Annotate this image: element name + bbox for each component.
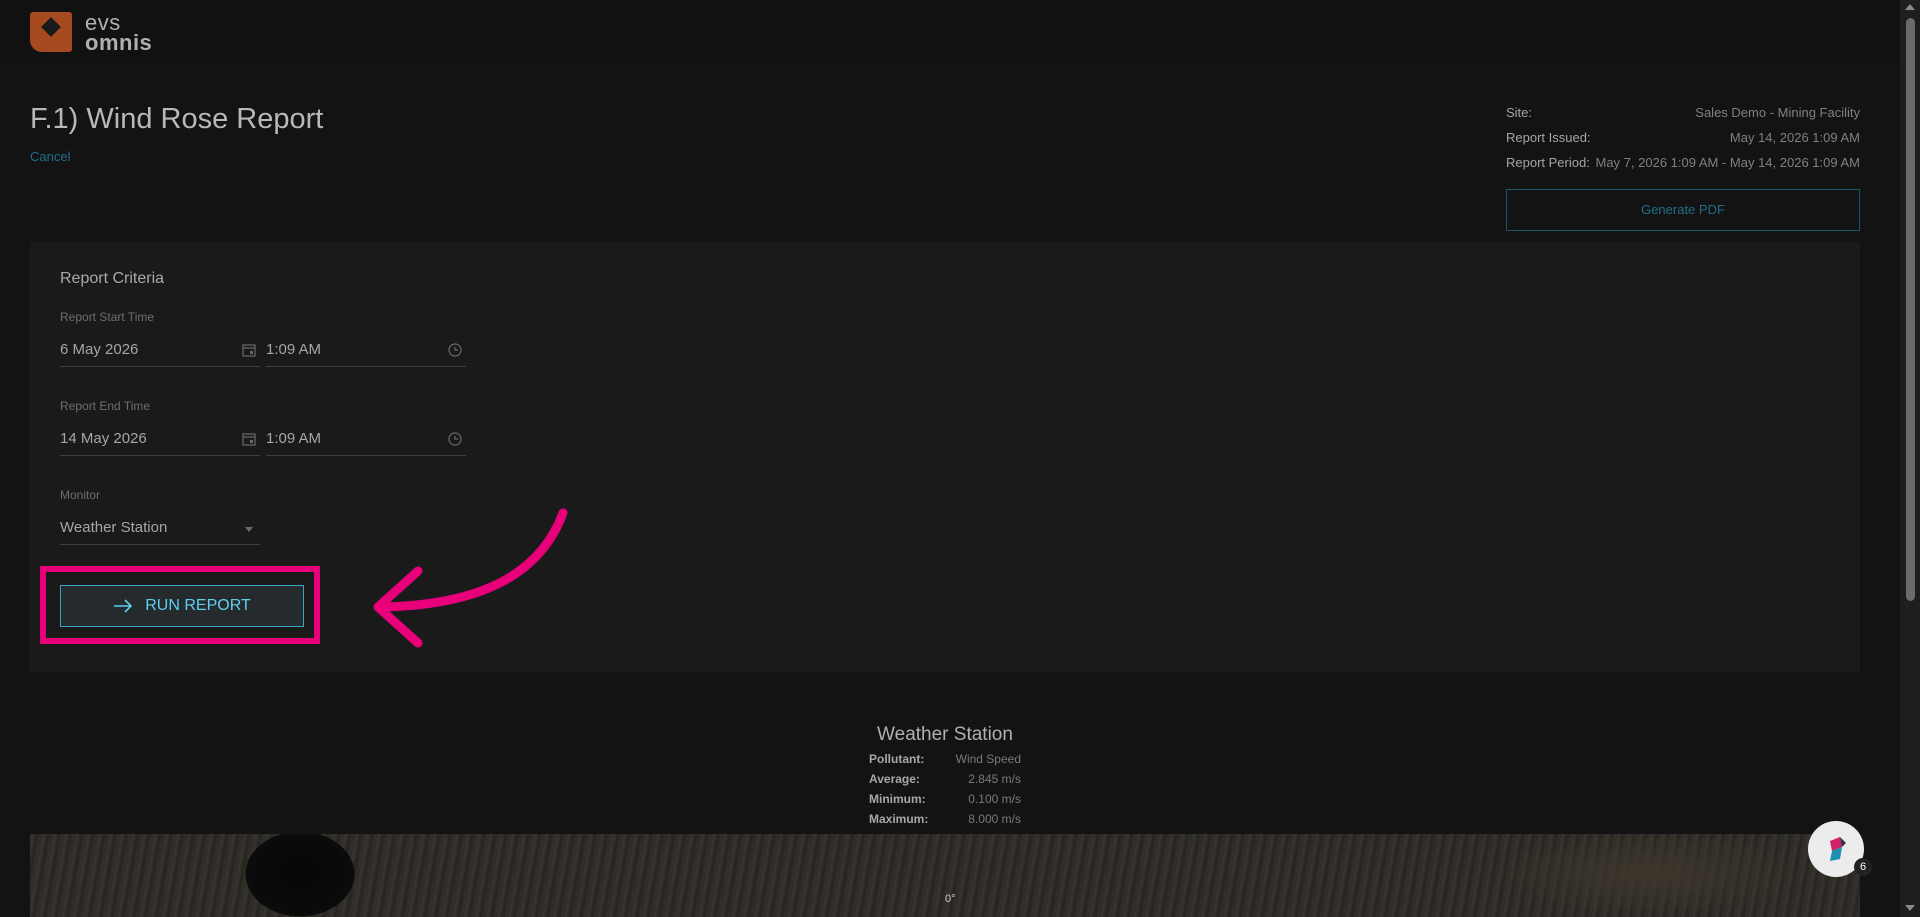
stat-row: Maximum: 8.000 m/s [869,810,1021,830]
page-title: F.1) Wind Rose Report [30,103,324,135]
run-report-button[interactable]: RUN REPORT [60,585,304,627]
end-time-label: Report End Time [60,399,151,413]
report-meta: Site: Sales Demo - Mining Facility Repor… [1506,104,1860,179]
vertical-scrollbar[interactable] [1900,0,1920,917]
clock-icon[interactable] [448,343,462,357]
map-direction-label: 0° [945,893,956,905]
stat-row: Average: 2.845 m/s [869,770,1021,790]
start-time-field[interactable]: 1:09 AM [266,338,466,367]
dropdown-arrow-icon[interactable] [242,522,256,536]
monitor-label: Monitor [60,488,101,502]
end-time-field[interactable]: 1:09 AM [266,427,466,456]
stat-value: 0.100 m/s [968,792,1021,806]
report-criteria-panel: Report Criteria Report Start Time 6 May … [30,242,1860,672]
cancel-link[interactable]: Cancel [30,149,70,164]
annotation-arrow-icon [373,508,568,648]
stat-key: Minimum: [869,792,926,806]
end-date-field[interactable]: 14 May 2026 [60,427,260,456]
stat-key: Average: [869,772,920,786]
monitor-select[interactable]: Weather Station [60,516,260,545]
stat-key: Maximum: [869,812,929,826]
generate-pdf-button[interactable]: Generate PDF [1506,189,1860,231]
wind-stats: Pollutant: Wind Speed Average: 2.845 m/s M… [869,750,1021,830]
scroll-up-icon[interactable] [1905,4,1915,10]
start-date-field[interactable]: 6 May 2026 [60,338,260,367]
stat-value: 2.845 m/s [968,772,1021,786]
clock-icon[interactable] [448,432,462,446]
stat-value: 8.000 m/s [968,812,1021,826]
calendar-icon[interactable] [242,432,256,446]
help-widget-button[interactable]: 6 [1808,821,1872,877]
result-title: Weather Station [877,724,1013,745]
criteria-title: Report Criteria [60,270,165,287]
brand-line-2: omnis [85,30,153,55]
start-time-label: Report Start Time [60,310,155,324]
stat-row: Minimum: 0.100 m/s [869,790,1021,810]
site-label: Site: [1506,105,1533,120]
top-bar: evs omnis [0,0,1900,62]
calendar-icon[interactable] [242,343,256,357]
stat-key: Pollutant: [869,752,925,766]
evs-logo-icon[interactable] [30,12,72,52]
brand-name[interactable]: evs omnis [85,12,153,55]
monitor-value: Weather Station [60,519,168,536]
scrollbar-thumb[interactable] [1906,18,1915,601]
run-report-label: RUN REPORT [145,597,251,614]
page: evs omnis F.1) Wind Rose Report Cancel S… [0,0,1900,917]
notification-count-badge: 6 [1854,858,1872,876]
stat-value: Wind Speed [955,752,1021,766]
end-time-value: 1:09 AM [266,430,322,447]
start-time-value: 1:09 AM [266,341,322,358]
arrow-right-icon [114,599,133,613]
scroll-down-icon[interactable] [1905,905,1915,911]
period-value: May 7, 2026 1:09 AM - May 14, 2026 1:09 … [1595,155,1861,170]
start-date-value: 6 May 2026 [60,341,139,358]
stat-row: Pollutant: Wind Speed [869,750,1021,770]
issued-label: Report Issued: [1506,130,1591,145]
issued-value: May 14, 2026 1:09 AM [1729,130,1860,145]
site-value: Sales Demo - Mining Facility [1695,105,1860,120]
period-label: Report Period: [1506,155,1590,170]
end-date-value: 14 May 2026 [60,430,147,447]
